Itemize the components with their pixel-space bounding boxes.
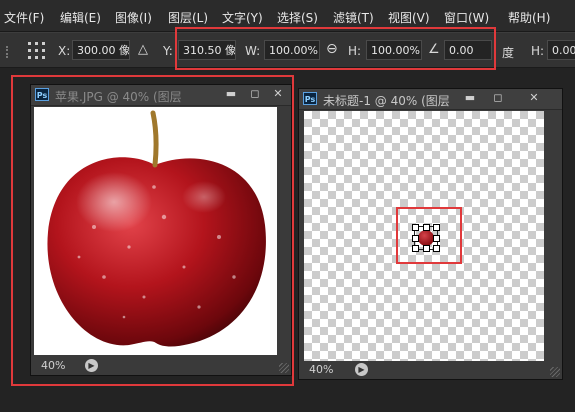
relative-position-icon[interactable]: △ — [138, 42, 148, 57]
menu-edit[interactable]: 编辑(E) — [60, 9, 101, 26]
menu-file[interactable]: 文件(F) — [4, 9, 44, 26]
zoom-level[interactable]: 40% — [309, 363, 333, 376]
menu-type[interactable]: 文字(Y) — [222, 9, 263, 26]
highlight-box-transformed-layer — [396, 207, 462, 264]
photoshop-icon: Ps — [303, 92, 317, 105]
x-label: X: — [58, 44, 71, 58]
highlight-box-apple-window — [11, 75, 294, 386]
degree-label: 度 — [502, 46, 515, 60]
status-bar: 40% ▶ — [299, 361, 562, 379]
x-position-input[interactable]: 300.00 像 — [72, 40, 130, 60]
y-label: Y: — [163, 44, 173, 58]
menu-window[interactable]: 窗口(W) — [444, 9, 489, 26]
toolbar-grip-icon[interactable] — [6, 46, 12, 58]
highlight-box-position-fields — [175, 27, 496, 70]
menu-view[interactable]: 视图(V) — [388, 9, 430, 26]
menu-select[interactable]: 选择(S) — [277, 9, 318, 26]
close-icon[interactable]: ✕ — [525, 90, 543, 106]
menu-layer[interactable]: 图层(L) — [168, 9, 208, 26]
resize-grip-icon[interactable] — [550, 367, 560, 377]
restore-icon[interactable]: ◻ — [489, 90, 507, 106]
menu-filter[interactable]: 滤镜(T) — [333, 9, 374, 26]
document-title-bar[interactable]: Ps 未标题-1 @ 40% (图层 ▬ ◻ ✕ — [299, 89, 562, 110]
horizontal-skew-input[interactable]: 0.00 — [547, 40, 575, 60]
menu-help[interactable]: 帮助(H) — [508, 9, 550, 26]
document-title: 未标题-1 @ 40% (图层 — [323, 94, 450, 108]
reference-point-icon[interactable] — [28, 42, 46, 60]
status-menu-icon[interactable]: ▶ — [355, 363, 368, 376]
menu-image[interactable]: 图像(I) — [115, 9, 152, 26]
h-skew-label: H: — [531, 44, 545, 58]
minimize-icon[interactable]: ▬ — [461, 90, 479, 106]
